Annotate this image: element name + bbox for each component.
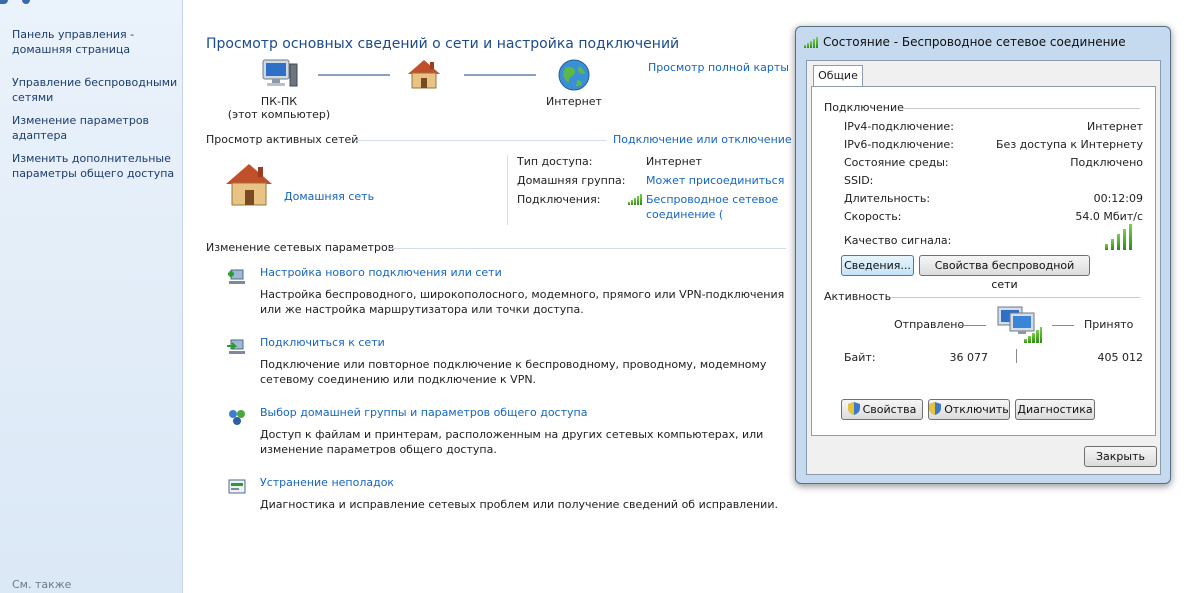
homegroup-label: Домашняя группа: (517, 174, 626, 187)
task-homegroup-link[interactable]: Выбор домашней группы и параметров общег… (260, 406, 587, 419)
tab-general[interactable]: Общие (813, 65, 863, 87)
signal-bars-icon (628, 194, 642, 205)
sidebar-item-adapter[interactable]: Изменение параметров адаптера (12, 113, 180, 143)
page-title: Просмотр основных сведений о сети и наст… (206, 36, 680, 52)
change-settings-heading: Изменение сетевых параметров (206, 241, 395, 254)
signal-bars-icon (1024, 327, 1042, 343)
task-connect-link[interactable]: Подключиться к сети (260, 336, 385, 349)
properties-button[interactable]: Свойства (841, 399, 923, 420)
access-type-label: Тип доступа: (517, 155, 593, 168)
router-node[interactable] (400, 58, 448, 90)
connect-disconnect-link[interactable]: Подключение или отключение (613, 133, 792, 146)
forward-button-fragment[interactable] (22, 0, 30, 4)
task-new-connection-desc: Настройка беспроводного, широкополосного… (260, 288, 785, 316)
new-connection-icon (228, 269, 245, 284)
back-button-fragment[interactable] (0, 0, 8, 4)
tab-panel: Подключение IPv4-подключение: Интернет I… (811, 86, 1156, 436)
task-troubleshoot-link[interactable]: Устранение неполадок (260, 476, 394, 489)
computer-name: ПК-ПК (260, 95, 298, 108)
sent-label: Отправлено (894, 318, 965, 331)
row-label: Скорость: (844, 210, 902, 223)
dialog-body: Общие Подключение IPv4-подключение: Инте… (806, 60, 1161, 475)
activity-group-label: Активность (824, 290, 892, 303)
divider (389, 248, 786, 249)
disconnect-button[interactable]: Отключить (928, 399, 1010, 420)
properties-button-label: Свойства (862, 403, 917, 416)
bytes-received: 405 012 (1097, 351, 1144, 364)
internet-node[interactable]: Интернет (538, 58, 610, 108)
wireless-properties-button[interactable]: Свойства беспроводной сети (919, 255, 1090, 291)
sent-line (960, 325, 986, 326)
row-label: IPv4-подключение: (844, 120, 954, 133)
sidebar-item-wireless[interactable]: Управление беспроводными сетями (12, 75, 180, 105)
bytes-label: Байт: (844, 351, 876, 364)
task-new-connection-link[interactable]: Настройка нового подключения или сети (260, 266, 502, 279)
status-dialog: Состояние - Беспроводное сетевое соедине… (795, 26, 1171, 484)
globe-icon (558, 59, 590, 91)
row-label: Состояние среды: (844, 156, 949, 169)
homegroup-icon (229, 410, 245, 425)
connection-link-line2[interactable]: соединение ( (646, 208, 723, 221)
vertical-divider (507, 155, 508, 225)
row-label: SSID: (844, 174, 874, 187)
shield-icon (847, 402, 860, 415)
troubleshoot-icon (228, 479, 246, 494)
task-connect-desc: Подключение или повторное подключение к … (260, 358, 767, 386)
bytes-divider (1016, 349, 1017, 363)
homegroup-link[interactable]: Может присоединиться (646, 174, 784, 187)
access-type-value: Интернет (646, 155, 702, 168)
row-value: Без доступа к Интернету (996, 138, 1143, 151)
connector-line (464, 74, 536, 76)
signal-quality-label: Качество сигнала: (844, 234, 952, 247)
task-homegroup-desc: Доступ к файлам и принтерам, расположенн… (260, 428, 764, 456)
sidebar-item-sharing[interactable]: Изменить дополнительные параметры общего… (12, 151, 180, 181)
details-button[interactable]: Сведения... (841, 255, 914, 276)
connections-label: Подключения: (517, 193, 601, 206)
row-label: IPv6-подключение: (844, 138, 954, 151)
computer-sub: (этот компьютер) (227, 108, 331, 121)
row-value: 00:12:09 (1093, 192, 1143, 205)
active-networks-heading: Просмотр активных сетей (206, 133, 359, 146)
task-troubleshoot-desc: Диагностика и исправление сетевых пробле… (260, 498, 778, 511)
close-button[interactable]: Закрыть (1084, 446, 1157, 467)
house-icon (408, 60, 440, 89)
dialog-title: Состояние - Беспроводное сетевое соедине… (823, 35, 1126, 49)
view-full-map-link[interactable]: Просмотр полной карты (648, 61, 789, 74)
sidebar: Панель управления - домашняя страница Уп… (0, 0, 183, 593)
computer-icon (262, 59, 298, 87)
divider (356, 140, 606, 141)
sidebar-item-home[interactable]: Панель управления - домашняя страница (12, 27, 180, 57)
house-icon (226, 164, 272, 206)
connection-group-label: Подключение (824, 101, 904, 114)
signal-bars-icon (804, 37, 818, 48)
computer-node[interactable]: ПК-ПК (этот компьютер) (224, 58, 334, 121)
group-divider (900, 108, 1140, 109)
signal-bars-icon (1105, 224, 1135, 250)
row-label: Длительность: (844, 192, 931, 205)
connector-line (318, 74, 390, 76)
shield-icon (929, 402, 942, 415)
diagnostics-button[interactable]: Диагностика (1015, 399, 1095, 420)
connection-link-line1[interactable]: Беспроводное сетевое (646, 193, 778, 206)
network-type-link[interactable]: Домашняя сеть (284, 190, 374, 203)
disconnect-button-label: Отключить (944, 403, 1009, 416)
see-also-label: См. также (12, 578, 72, 591)
row-value: 54.0 Мбит/с (1075, 210, 1143, 223)
received-line (1052, 325, 1074, 326)
row-value: Интернет (1087, 120, 1143, 133)
group-divider (890, 297, 1140, 298)
row-value: Подключено (1070, 156, 1143, 169)
received-label: Принято (1084, 318, 1134, 331)
internet-label: Интернет (546, 95, 602, 108)
bytes-sent: 36 077 (949, 351, 989, 364)
connect-icon (227, 339, 245, 354)
